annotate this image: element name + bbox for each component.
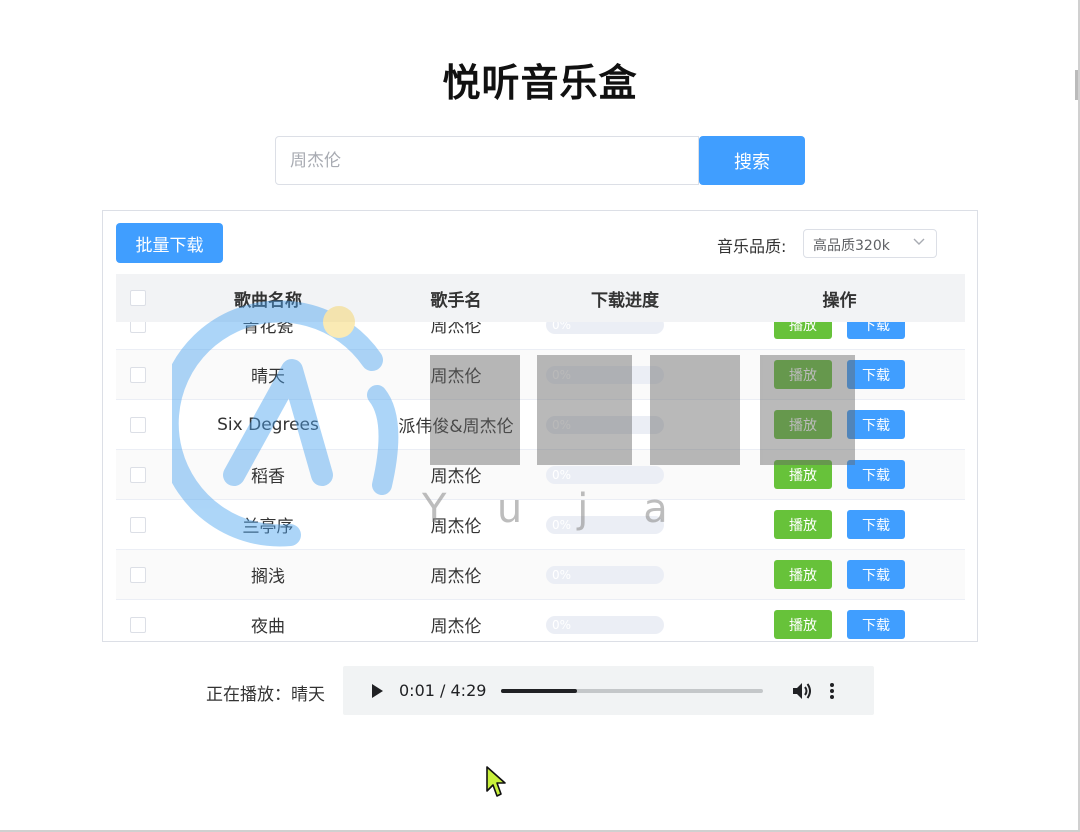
- download-progress-bar: 0%: [546, 465, 664, 484]
- play-button[interactable]: 播放: [774, 460, 832, 489]
- singer-name: 周杰伦: [430, 617, 482, 637]
- download-progress-bar: 0%: [546, 415, 664, 434]
- table-row[interactable]: 搁浅 周杰伦 0% 播放 下载: [116, 550, 965, 600]
- download-progress-bar: 0%: [546, 615, 664, 634]
- audio-seek-fill: [501, 688, 577, 693]
- singer-name: 派伟俊&周杰伦: [398, 417, 514, 437]
- download-progress-bar: 0%: [546, 365, 664, 384]
- table-row[interactable]: 晴天 周杰伦 0% 播放 下载: [116, 350, 965, 400]
- song-name: 晴天: [251, 367, 285, 387]
- row-checkbox[interactable]: [130, 466, 146, 483]
- quality-selected-value: 高品质320k: [813, 238, 890, 254]
- column-header-progress: 下载进度: [591, 290, 659, 311]
- row-checkbox[interactable]: [130, 516, 146, 533]
- song-name: 夜曲: [251, 617, 285, 637]
- download-button[interactable]: 下载: [847, 460, 905, 489]
- column-header-name: 歌曲名称: [234, 290, 302, 311]
- page-title: 悦听音乐盒: [442, 61, 638, 105]
- download-progress-text: 0%: [552, 467, 572, 482]
- table-row[interactable]: 兰亭序 周杰伦 0% 播放 下载: [116, 500, 965, 550]
- chevron-down-icon: [913, 238, 925, 245]
- play-button[interactable]: 播放: [774, 410, 832, 439]
- singer-name: 周杰伦: [430, 367, 482, 387]
- download-progress-text: 0%: [552, 617, 572, 632]
- table-row[interactable]: 夜曲 周杰伦 0% 播放 下载: [116, 600, 965, 640]
- download-button[interactable]: 下载: [847, 360, 905, 389]
- audio-time: 0:01 / 4:29: [399, 681, 487, 700]
- quality-select[interactable]: 高品质320k: [803, 229, 937, 258]
- download-button[interactable]: 下载: [847, 560, 905, 589]
- app-window: 悦听音乐盒 搜索 批量下载 音乐品质: 高品质320k 歌曲名称 歌手名 下载进…: [0, 0, 1080, 832]
- song-table: 歌曲名称 歌手名 下载进度 操作 青花瓷 周杰伦 0% 播放 下载 晴天 周杰伦 0% 播放 下载…: [116, 274, 965, 640]
- song-name: 兰亭序: [242, 517, 294, 537]
- play-button[interactable]: 播放: [774, 510, 832, 539]
- row-checkbox[interactable]: [130, 416, 146, 433]
- mouse-cursor-icon: [486, 766, 506, 797]
- play-button[interactable]: 播放: [774, 560, 832, 589]
- audio-player: 0:01 / 4:29: [343, 666, 874, 715]
- song-name: Six Degrees: [217, 414, 319, 435]
- download-button[interactable]: 下载: [847, 610, 905, 639]
- download-progress-bar: 0%: [546, 515, 664, 534]
- play-button[interactable]: 播放: [774, 610, 832, 639]
- search-input[interactable]: [275, 136, 699, 185]
- singer-name: 周杰伦: [430, 517, 482, 537]
- song-panel: 批量下载 音乐品质: 高品质320k 歌曲名称 歌手名 下载进度 操作 青花瓷周…: [102, 210, 978, 642]
- download-progress-text: 0%: [552, 567, 572, 582]
- singer-name: 周杰伦: [430, 567, 482, 587]
- row-checkbox[interactable]: [130, 616, 146, 633]
- play-button[interactable]: 播放: [774, 360, 832, 389]
- song-name: 搁浅: [251, 567, 285, 587]
- column-header-singer: 歌手名: [430, 290, 482, 311]
- download-progress-text: 0%: [552, 367, 572, 382]
- select-all-checkbox[interactable]: [130, 290, 146, 306]
- column-header-ops: 操作: [822, 290, 857, 311]
- play-icon[interactable]: [369, 683, 385, 699]
- table-row[interactable]: Six Degrees 派伟俊&周杰伦 0% 播放 下载: [116, 400, 965, 450]
- volume-icon[interactable]: [791, 681, 813, 701]
- table-row[interactable]: 稻香 周杰伦 0% 播放 下载: [116, 450, 965, 500]
- batch-download-button[interactable]: 批量下载: [116, 223, 223, 263]
- search-button[interactable]: 搜索: [699, 136, 805, 185]
- download-button[interactable]: 下载: [847, 510, 905, 539]
- audio-seek-bar[interactable]: [501, 688, 763, 693]
- download-progress-text: 0%: [552, 417, 572, 432]
- now-playing-label: 正在播放：晴天: [206, 685, 325, 705]
- table-header: 歌曲名称 歌手名 下载进度 操作: [116, 274, 965, 322]
- download-button[interactable]: 下载: [847, 410, 905, 439]
- song-name: 稻香: [251, 467, 285, 487]
- download-progress-text: 0%: [552, 517, 572, 532]
- more-options-icon[interactable]: [829, 682, 835, 700]
- row-checkbox[interactable]: [130, 566, 146, 583]
- row-checkbox[interactable]: [130, 366, 146, 383]
- quality-label: 音乐品质:: [717, 237, 787, 256]
- singer-name: 周杰伦: [430, 467, 482, 487]
- download-progress-bar: 0%: [546, 565, 664, 584]
- table-body[interactable]: 青花瓷 周杰伦 0% 播放 下载 晴天 周杰伦 0% 播放 下载 Six Degrees 派伟俊&周杰…: [116, 300, 965, 640]
